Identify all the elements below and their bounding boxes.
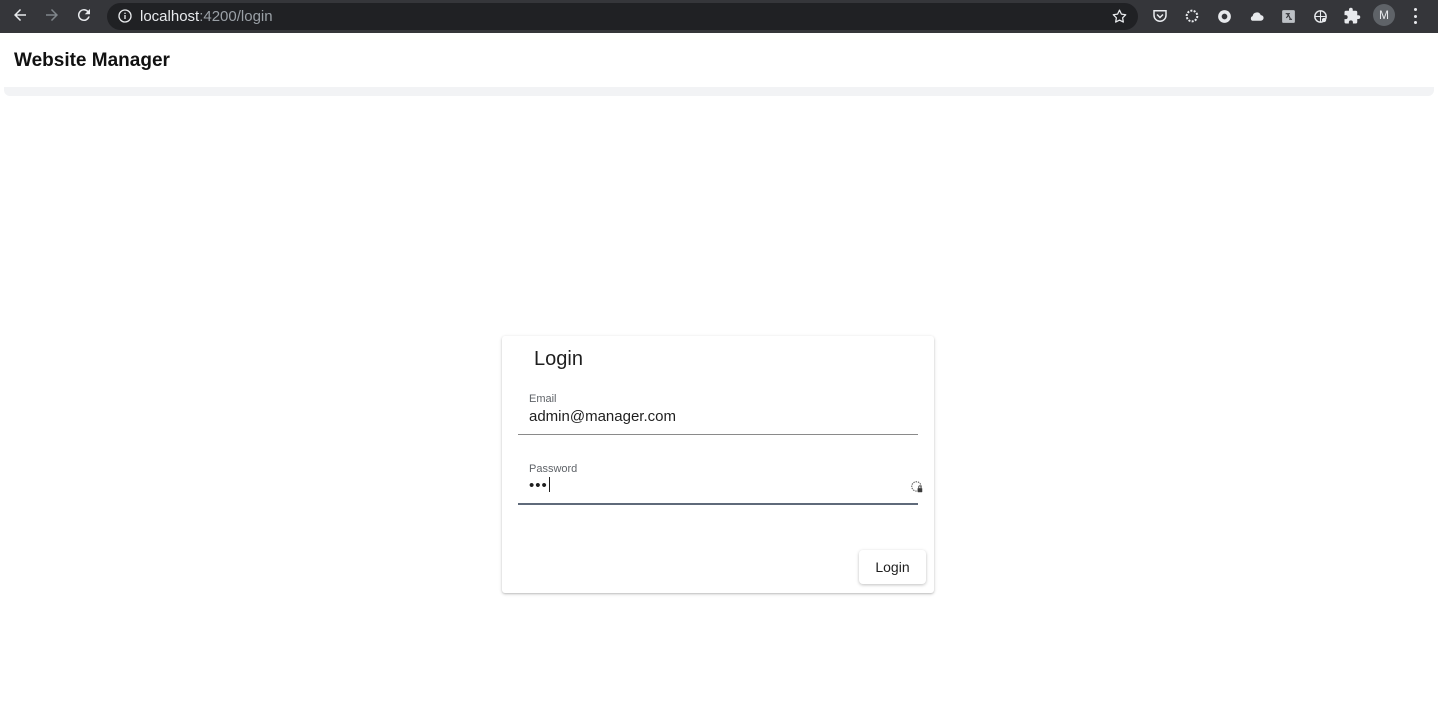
email-input[interactable]: admin@manager.com: [529, 408, 676, 425]
reload-icon[interactable]: [73, 4, 95, 26]
email-label: Email: [529, 393, 557, 405]
app-title: Website Manager: [14, 50, 170, 71]
info-icon[interactable]: [117, 8, 133, 24]
address-bar[interactable]: localhost:4200/login: [107, 3, 1138, 30]
password-input[interactable]: •••: [529, 477, 550, 494]
password-masked-value: •••: [529, 477, 548, 494]
login-card-title: Login: [534, 348, 583, 370]
menu-dots-icon[interactable]: [1408, 6, 1422, 26]
profile-avatar[interactable]: M: [1373, 4, 1395, 26]
email-underline: [518, 434, 918, 435]
text-caret: [548, 477, 550, 492]
login-card: Login Email admin@manager.com Password •…: [502, 336, 934, 593]
url-path: :4200/login: [199, 8, 273, 25]
extension-gear-icon[interactable]: [1183, 7, 1201, 25]
password-manager-key-icon[interactable]: [910, 480, 924, 494]
browser-toolbar: localhost:4200/login M: [0, 0, 1438, 33]
app-toolbar: Website Manager: [0, 33, 1438, 87]
password-underline: [518, 503, 918, 505]
extension-cloud-icon[interactable]: [1247, 7, 1265, 25]
toolbar-divider: [4, 87, 1434, 96]
extension-circle-icon[interactable]: [1215, 7, 1233, 25]
password-label: Password: [529, 463, 578, 475]
url-text: localhost:4200/login: [140, 8, 273, 25]
login-button[interactable]: Login: [859, 550, 926, 584]
pocket-icon[interactable]: [1151, 7, 1169, 25]
puzzle-icon[interactable]: [1343, 7, 1361, 25]
back-icon[interactable]: [9, 4, 31, 26]
extension-globe-icon[interactable]: [1311, 7, 1329, 25]
star-icon[interactable]: [1111, 8, 1128, 25]
url-host: localhost: [140, 8, 200, 25]
forward-icon[interactable]: [41, 4, 63, 26]
extension-translate-icon[interactable]: [1279, 7, 1297, 25]
